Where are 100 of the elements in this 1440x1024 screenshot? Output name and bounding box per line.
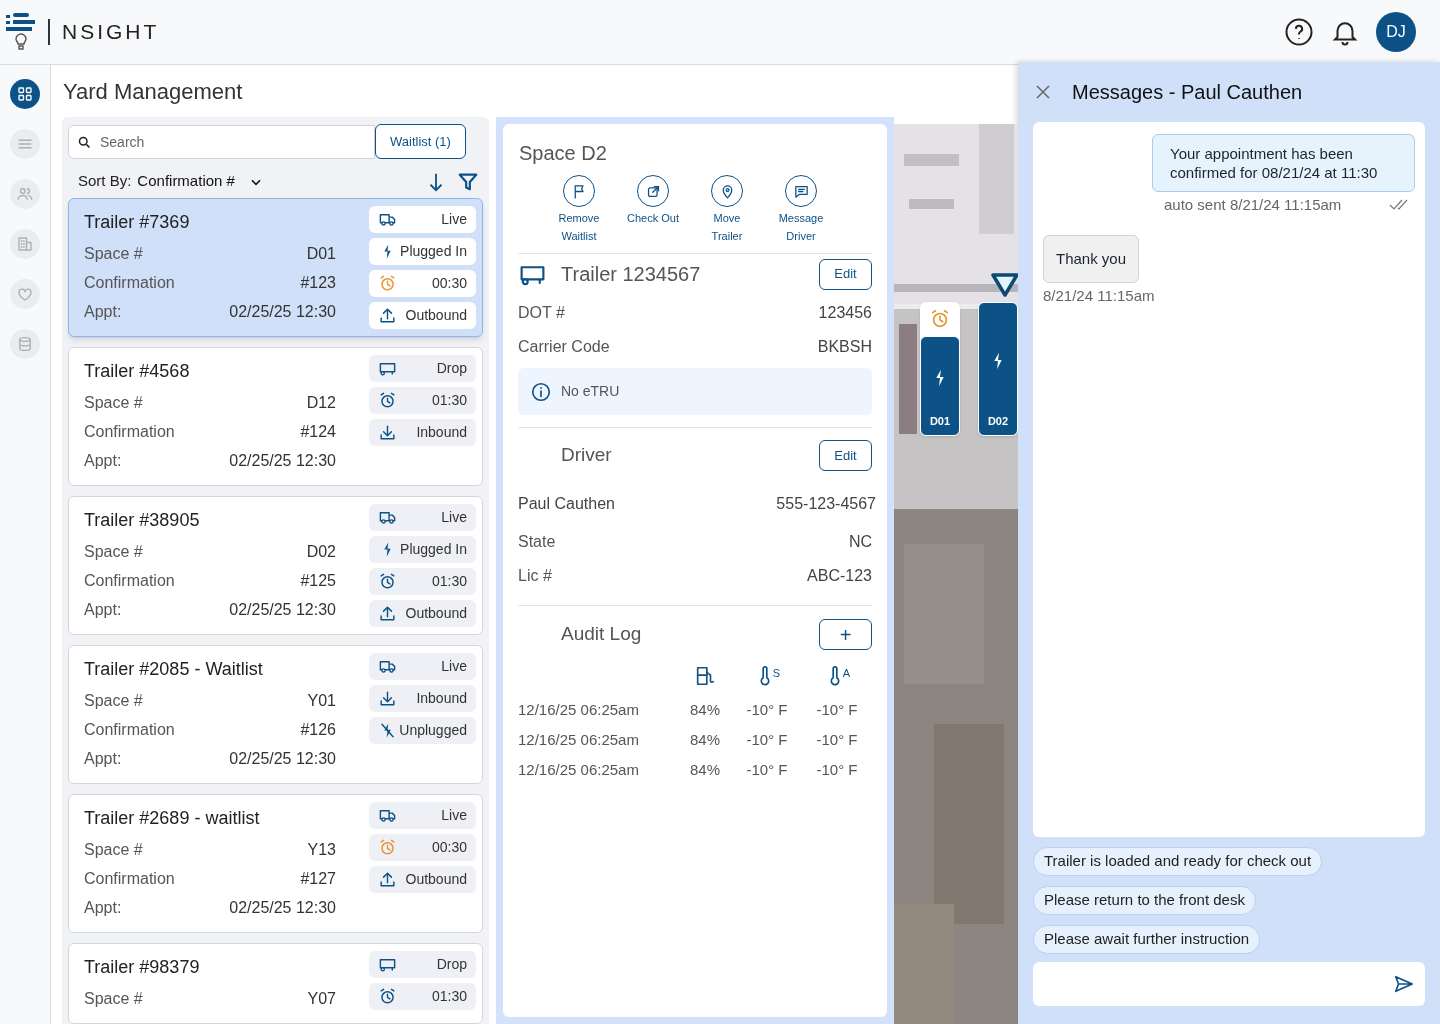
quick-reply-chip[interactable]: Trailer is loaded and ready for check out <box>1033 847 1323 876</box>
section-title: Audit Log <box>560 622 643 647</box>
edit-button[interactable]: Edit <box>819 440 872 471</box>
status-tag: Drop <box>369 355 476 382</box>
info-icon <box>530 380 552 403</box>
column-label: S <box>772 666 781 681</box>
field-label: Space # <box>84 244 143 264</box>
field-value: 02/25/25 12:30 <box>229 749 336 769</box>
sort-label: Sort By: <box>78 171 132 192</box>
trailer-card[interactable]: Trailer #38905 Space # D02 Confirmation #125 Appt: 02/25/25 12:30 Live Plugged In 01:30 Outbound <box>68 496 483 635</box>
field-label: Confirmation <box>84 720 175 740</box>
parking-spot[interactable]: D02 <box>978 302 1018 436</box>
field-label: Carrier Code <box>518 337 610 357</box>
close-icon[interactable] <box>1034 83 1052 101</box>
table-cell-text: -10° F <box>745 700 789 720</box>
column-label: A <box>842 666 851 681</box>
status-tag: Live <box>369 802 476 829</box>
field-label: DOT # <box>518 303 565 323</box>
table-cell-text: 84% <box>689 760 721 780</box>
download-icon <box>378 423 397 442</box>
quick-reply-chip[interactable]: Please await further instruction <box>1033 925 1261 954</box>
status-tag: 00:30 <box>369 834 476 861</box>
field-label: Appt: <box>84 451 122 471</box>
brand-name: NSIGHT <box>62 19 160 46</box>
trailer-card[interactable]: Trailer #98379 Space # Y07 Drop 01:30 <box>68 943 483 1024</box>
status-tag: Live <box>369 206 476 233</box>
table-cell-text: -10° F <box>815 730 859 750</box>
avatar[interactable]: DJ <box>1376 12 1416 52</box>
trailer-card[interactable]: Trailer #2085 - Waitlist Space # Y01 Confirmation #126 Appt: 02/25/25 12:30 Live Inbound Unplugged <box>68 645 483 784</box>
space-title: Space D2 <box>518 141 608 166</box>
status-tag: Outbound <box>369 302 476 329</box>
table-cell-text: 12/16/25 06:25am <box>518 730 640 750</box>
trailer-card[interactable]: Trailer #7369 Space # D01 Confirmation #123 Appt: 02/25/25 12:30 Live Plugged In 00:30 Outbound <box>68 198 483 337</box>
nav-button[interactable] <box>10 79 40 109</box>
status-tag: Drop <box>369 951 476 978</box>
trailer-title: Trailer #2689 - waitlist <box>84 807 261 830</box>
table-cell-text: -10° F <box>815 760 859 780</box>
edit-button[interactable]: Edit <box>819 258 872 290</box>
field-value: D01 <box>306 244 336 264</box>
field-label: Space # <box>84 542 143 562</box>
status-tag: Inbound <box>369 685 476 712</box>
driver-name: Paul Cauthen <box>518 494 615 514</box>
lightning-off-icon <box>378 721 397 740</box>
field-label: Appt: <box>84 600 122 620</box>
message-bubble: Thank you <box>1043 234 1140 283</box>
field-value: D02 <box>306 542 336 562</box>
status-tag: Inbound <box>369 419 476 446</box>
status-tag: Plugged In <box>369 536 476 563</box>
action-button[interactable]: Check Out <box>620 175 686 245</box>
status-tag: Live <box>369 653 476 680</box>
trailer-title: Trailer #4568 <box>84 360 191 383</box>
field-value: 02/25/25 12:30 <box>229 600 336 620</box>
field-label: Space # <box>84 989 143 1009</box>
search-field[interactable]: Search <box>68 124 375 159</box>
grid-icon <box>16 85 34 103</box>
field-value: #127 <box>300 869 336 889</box>
action-button[interactable]: Move Trailer <box>694 175 760 245</box>
status-tag: 01:30 <box>369 983 476 1010</box>
field-label: Space # <box>84 840 143 860</box>
section-title: Driver <box>560 443 613 468</box>
field-value: BKBSH <box>817 337 872 357</box>
driver-phone: 555-123-4567 <box>776 494 876 514</box>
parking-spot[interactable]: D01 <box>920 302 960 436</box>
add-button[interactable]: + <box>819 619 872 650</box>
field-value: NC <box>848 532 872 552</box>
table-cell-text: -10° F <box>815 700 859 720</box>
message-input[interactable] <box>1033 962 1425 1006</box>
field-value: ABC-123 <box>807 566 872 586</box>
table-cell-text: 12/16/25 06:25am <box>518 700 640 720</box>
sort-dropdown[interactable]: Confirmation # <box>137 170 263 193</box>
notice-text: No eTRU <box>561 382 620 401</box>
people-icon <box>16 185 34 203</box>
spot-label: D01 <box>929 413 951 429</box>
send-icon[interactable] <box>1393 973 1415 995</box>
action-button[interactable]: Remove Waitlist <box>546 175 612 245</box>
field-value: 02/25/25 12:30 <box>229 302 336 322</box>
trailer-card[interactable]: Trailer #2689 - waitlist Space # Y13 Confirmation #127 Appt: 02/25/25 12:30 Live 00:30 Outbound <box>68 794 483 933</box>
field-value: 123456 <box>818 303 872 323</box>
waitlist-button[interactable]: Waitlist (1) <box>375 124 466 159</box>
building-icon <box>16 235 34 253</box>
table-cell-text: 84% <box>689 700 721 720</box>
quick-reply-chip[interactable]: Please return to the front desk <box>1033 886 1256 915</box>
field-value: Y01 <box>307 691 336 711</box>
page-title: Yard Management <box>62 78 244 106</box>
field-value: #126 <box>300 720 336 740</box>
field-value: #125 <box>300 571 336 591</box>
upload-icon <box>378 604 397 623</box>
status-tag: Live <box>369 504 476 531</box>
heart-icon <box>16 285 34 303</box>
field-label: Confirmation <box>84 571 175 591</box>
help-icon[interactable] <box>1284 17 1314 47</box>
message-bubble: Your appointment has been confirmed for 08/21/24 at 11:30 <box>1152 134 1415 192</box>
trailer-card[interactable]: Trailer #4568 Space # D12 Confirmation #124 Appt: 02/25/25 12:30 Drop 01:30 Inbound <box>68 347 483 486</box>
status-tag: 01:30 <box>369 387 476 414</box>
upload-icon <box>378 306 397 325</box>
fuel-icon <box>694 665 716 687</box>
status-tag: 00:30 <box>369 270 476 297</box>
field-label: Space # <box>84 691 143 711</box>
action-button[interactable]: Message Driver <box>768 175 834 245</box>
field-value: Y13 <box>307 840 336 860</box>
